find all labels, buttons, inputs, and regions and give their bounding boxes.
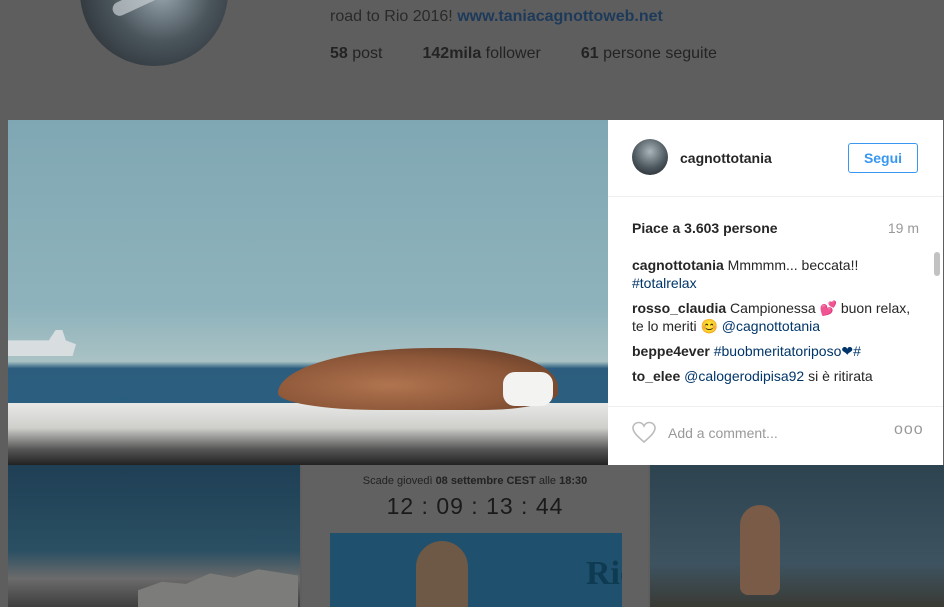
comment-item: cagnottotania Mmmmm... beccata!! #totalr… [632, 256, 912, 292]
post-photo[interactable] [8, 120, 608, 465]
rio-logo: Rio [586, 555, 622, 592]
sunbed-shape [8, 403, 608, 465]
comment-item: to_elee @calogerodipisa92 si è ritirata [632, 367, 912, 385]
hashtag-link[interactable]: #buobmeritatoriposo❤# [714, 343, 861, 359]
author-avatar[interactable] [632, 139, 668, 175]
comment-item: rosso_claudia Campionessa 💕 buon relax, … [632, 299, 912, 335]
mention-link[interactable]: @cagnottotania [722, 318, 820, 334]
more-options-icon[interactable]: ooo [894, 421, 924, 439]
comment-user[interactable]: cagnottotania [632, 257, 724, 273]
author-username[interactable]: cagnottotania [680, 150, 772, 166]
comment-user[interactable]: to_elee [632, 368, 680, 384]
following-stat[interactable]: 61 persone seguite [581, 45, 717, 63]
person-shape [740, 505, 780, 595]
comment-text: Mmmmm... beccata!! [727, 257, 859, 273]
add-comment-row: ooo [608, 406, 943, 466]
profile-bio: road to Rio 2016! www.taniacagnottoweb.n… [330, 8, 663, 26]
grid-post-3[interactable] [650, 465, 944, 607]
profile-stats: 58 post 142mila follower 61 persone segu… [330, 45, 717, 63]
olympic-image: Rio [330, 533, 622, 607]
followers-stat[interactable]: 142mila follower [423, 45, 541, 63]
add-comment-input[interactable] [666, 421, 870, 445]
profile-avatar[interactable] [80, 0, 228, 66]
bio-text: road to Rio 2016! [330, 8, 458, 25]
person-shape [416, 541, 468, 607]
comment-item: beppe4ever #buobmeritatoriposo❤# [632, 342, 912, 360]
heart-icon[interactable] [632, 421, 656, 445]
hashtag-link[interactable]: #totalrelax [632, 275, 697, 291]
ship-shape [8, 330, 76, 356]
website-link[interactable]: www.taniacagnottoweb.net [457, 8, 663, 25]
grid-post-1[interactable] [8, 465, 300, 607]
posts-stat: 58 post [330, 45, 383, 62]
scrollbar-thumb[interactable] [934, 252, 940, 276]
countdown-label: Scade giovedì 08 settembre CEST alle 18:… [362, 475, 588, 487]
grid-post-2[interactable]: Scade giovedì 08 settembre CEST alle 18:… [302, 465, 648, 607]
mention-link[interactable]: @calogerodipisa92 [684, 368, 804, 384]
likes-row: Piace a 3.603 persone 19 m [632, 220, 919, 236]
town-shape [138, 569, 298, 607]
comment-user[interactable]: beppe4ever [632, 343, 710, 359]
post-modal: cagnottotania Segui Piace a 3.603 person… [8, 120, 943, 465]
follow-button[interactable]: Segui [848, 143, 918, 173]
pillow-shape [503, 372, 553, 406]
comments-list[interactable]: cagnottotania Mmmmm... beccata!! #totalr… [632, 256, 912, 398]
countdown-timer: 12 : 09 : 13 : 44 [386, 493, 564, 519]
profile-header: road to Rio 2016! www.taniacagnottoweb.n… [0, 0, 944, 120]
comments-scrollbar[interactable] [934, 252, 940, 394]
post-time: 19 m [887, 220, 919, 236]
comment-user[interactable]: rosso_claudia [632, 300, 726, 316]
comment-text: si è ritirata [808, 368, 873, 384]
post-header: cagnottotania Segui [608, 120, 943, 197]
post-sidebar: cagnottotania Segui Piace a 3.603 person… [608, 120, 943, 465]
likes-count[interactable]: Piace a 3.603 persone [632, 220, 778, 236]
